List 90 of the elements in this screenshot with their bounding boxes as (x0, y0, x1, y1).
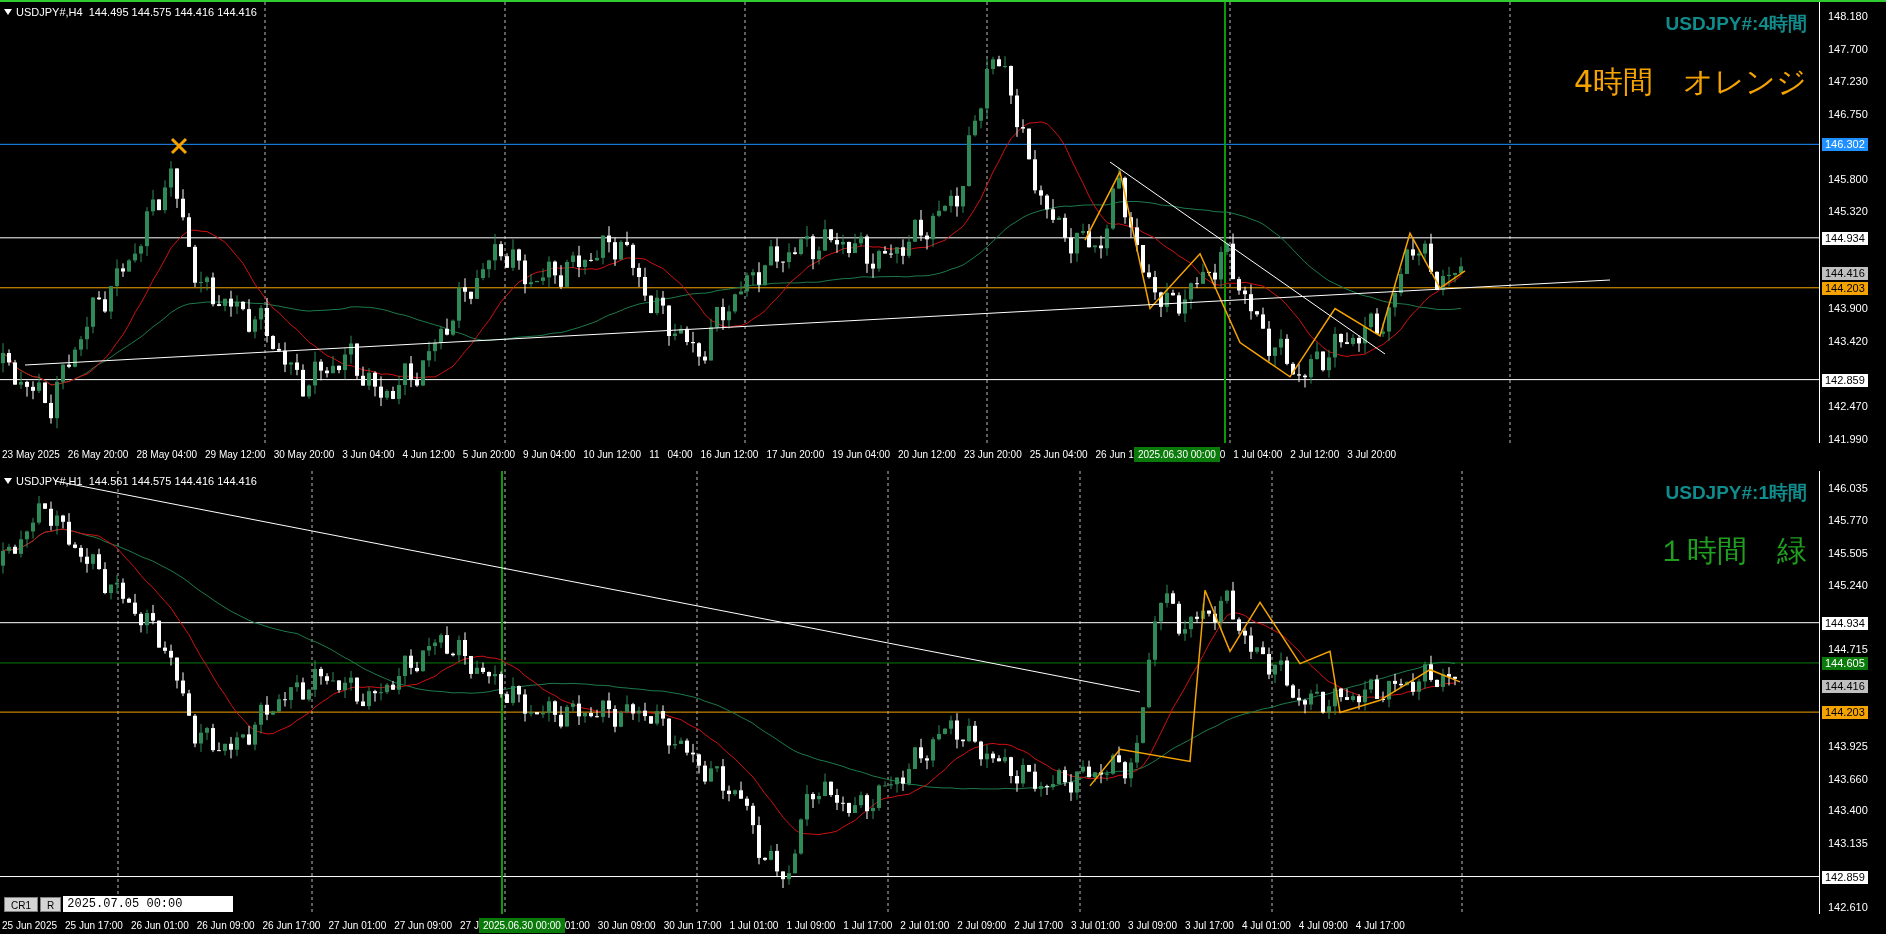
price-tag: 144.416 (1822, 680, 1868, 694)
time-axis-label: 26 Jun 01:00 (130, 918, 189, 933)
price-tag: 144.416 (1822, 267, 1868, 281)
time-axis-label: 01:00 (564, 918, 590, 933)
price-tag: 142.859 (1822, 373, 1868, 387)
price-axis-label: 143.420 (1828, 335, 1868, 349)
time-axis-label: 27 J (460, 918, 479, 933)
crosshair-time-label: 2025.06.30 00:00 (478, 917, 565, 933)
time-axis-label: 1 Jul 09:00 (786, 918, 836, 933)
time-axis-label: 26 Jun 1 (1095, 447, 1134, 462)
time-axis-label: 4 Jun 12:00 (402, 447, 455, 462)
toolbar-button[interactable]: CR1 (4, 896, 38, 912)
price-tag: 146.302 (1822, 138, 1868, 152)
price-tag: 144.605 (1822, 656, 1868, 670)
time-axis-label: 4 Jul 09:00 (1298, 918, 1348, 933)
price-axis-label: 143.900 (1828, 302, 1868, 316)
time-axis-label: 2 Jul 01:00 (900, 918, 950, 933)
price-axis-label: 148.180 (1828, 10, 1868, 23)
price-axis-label: 147.230 (1828, 74, 1868, 88)
time-axis-label: 23 Jun 20:00 (963, 447, 1022, 462)
time-axis-label: 3 Jul 17:00 (1185, 918, 1234, 933)
date-input-field[interactable]: 2025.07.05 00:00 (63, 896, 234, 912)
time-axis-label: 0 (1219, 447, 1226, 462)
price-tag: 144.934 (1822, 616, 1868, 630)
collapse-triangle-icon[interactable] (4, 478, 12, 485)
time-axis-label: 29 May 12:00 (205, 447, 266, 462)
time-axis-label: 30 May 20:00 (273, 447, 335, 462)
time-axis-label: 1 Jul 01:00 (729, 918, 779, 933)
price-axis-label: 143.925 (1828, 740, 1868, 754)
price-axis-label: 142.610 (1828, 901, 1868, 914)
price-axis-label: 142.470 (1828, 400, 1868, 414)
price-axis-label: 143.660 (1828, 772, 1868, 786)
price-axis-label: 145.770 (1828, 514, 1868, 528)
time-axis-label: 3 Jul 09:00 (1128, 918, 1177, 933)
price-axis-label: 147.700 (1828, 42, 1868, 56)
time-axis-label: 19 Jun 04:00 (832, 447, 891, 462)
time-axis-label: 17 Jun 20:00 (766, 447, 825, 462)
time-axis-label: 2 Jul 17:00 (1014, 918, 1064, 933)
time-axis-label: 3 Jul 20:00 (1347, 447, 1397, 462)
chart-note: １時間 緑 (1657, 531, 1807, 570)
time-axis-label: 30 Jun 09:00 (597, 918, 656, 933)
price-tag: 142.859 (1822, 870, 1868, 884)
time-axis-label: 20 Jun 12:00 (898, 447, 956, 462)
time-axis-label: 26 Jun 09:00 (196, 918, 255, 933)
time-axis-label: 27 Jun 09:00 (394, 918, 453, 933)
time-axis-label: 25 Jun 04:00 (1029, 447, 1088, 462)
collapse-triangle-icon[interactable] (4, 9, 12, 16)
chart-note: 4時間 オレンジ (1573, 62, 1807, 101)
time-axis-label: 3 Jun 04:00 (342, 447, 395, 462)
price-axis-label: 146.035 (1828, 482, 1868, 495)
time-axis-label: 3 Jul 01:00 (1071, 918, 1121, 933)
time-axis-label: 9 Jun 04:00 (523, 447, 576, 462)
price-tag: 144.203 (1822, 281, 1868, 295)
chart-title: USDJPY#:1時間 (1665, 481, 1807, 505)
price-axis-label: 143.400 (1828, 804, 1868, 818)
crosshair-time-label: 2025.06.30 00:00 (1133, 446, 1220, 462)
time-axis-label: 11 (649, 447, 660, 462)
time-axis-label: 30 Jun 17:00 (663, 918, 722, 933)
price-axis-label: 143.135 (1828, 836, 1868, 850)
price-axis-label: 145.505 (1828, 546, 1868, 560)
time-axis-label: 25 Jun 2025 (2, 918, 58, 933)
price-axis-label: 144.715 (1828, 643, 1868, 657)
time-axis-label: 1 Jul 04:00 (1233, 447, 1283, 462)
time-axis-label: 26 May 20:00 (67, 447, 129, 462)
time-axis-label: 16 Jun 12:00 (700, 447, 759, 462)
time-axis-label: 1 Jul 17:00 (843, 918, 893, 933)
chart-title: USDJPY#:4時間 (1665, 12, 1807, 36)
time-axis-label: 26 Jun 17:00 (262, 918, 321, 933)
price-axis-label: 145.320 (1828, 205, 1868, 219)
time-axis-label: 10 Jun 12:00 (583, 447, 642, 462)
time-axis-label: 2 Jul 12:00 (1290, 447, 1340, 462)
time-axis-label: 25 Jun 17:00 (65, 918, 123, 933)
price-axis-label: 145.800 (1828, 172, 1868, 186)
time-axis-label: 4 Jul 01:00 (1241, 918, 1291, 933)
toolbar-button[interactable]: R (40, 896, 62, 912)
price-tag: 144.203 (1822, 706, 1868, 720)
price-axis-label: 141.990 (1828, 433, 1868, 446)
price-tag: 144.934 (1822, 231, 1868, 245)
time-axis-label: 5 Jun 20:00 (462, 447, 516, 462)
chart-header: USDJPY#,H4 144.495 144.575 144.416 144.416 (16, 5, 257, 20)
time-axis-label: 28 May 04:00 (136, 447, 198, 462)
time-axis-label: 2 Jul 09:00 (957, 918, 1007, 933)
time-axis-label: 27 Jun 01:00 (328, 918, 387, 933)
price-axis-label: 146.750 (1828, 107, 1868, 121)
price-axis-label: 145.240 (1828, 579, 1868, 593)
chart-header: USDJPY#,H1 144.561 144.575 144.416 144.416 (16, 474, 257, 489)
time-axis-label: 04:00 (667, 447, 693, 462)
cross-marker-icon (170, 137, 188, 155)
time-axis-label: 4 Jul 17:00 (1355, 918, 1405, 933)
time-axis-label: 23 May 2025 (2, 447, 60, 462)
